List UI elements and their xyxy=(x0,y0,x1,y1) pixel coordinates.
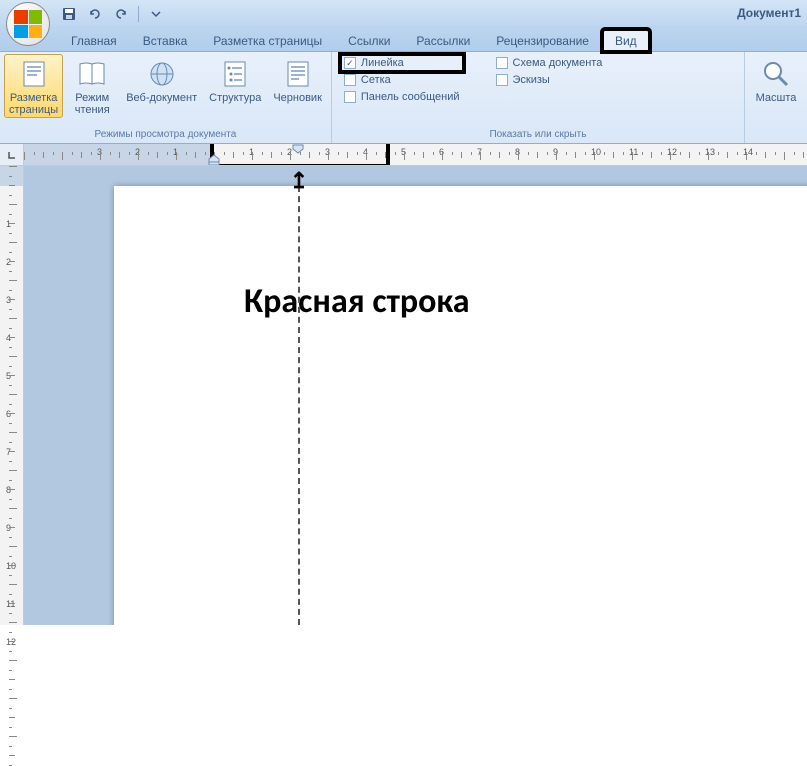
first-line-indent-marker[interactable] xyxy=(292,144,304,154)
reading-layout-button[interactable]: Режим чтения xyxy=(65,54,119,118)
group-document-views: Разметка страницы Режим чтения Веб-докум… xyxy=(0,52,332,143)
thumbnails-label: Эскизы xyxy=(513,74,550,86)
group-label-show-hide: Показать или скрыть xyxy=(336,128,740,143)
tab-mailings[interactable]: Рассылки xyxy=(403,29,483,52)
ruler-corner[interactable] xyxy=(0,144,24,166)
print-layout-label: Разметка страницы xyxy=(9,92,58,116)
checkbox-icon xyxy=(344,91,356,103)
title-bar: Документ1 xyxy=(0,0,807,28)
page-layout-icon xyxy=(18,58,50,90)
zoom-label: Масшта xyxy=(756,92,797,104)
quick-access-toolbar xyxy=(58,0,167,28)
vertical-ruler[interactable]: 123456789101112 xyxy=(0,166,24,625)
draft-label: Черновик xyxy=(273,92,322,104)
document-text[interactable]: Красная строка xyxy=(244,281,470,322)
group-show-hide: ✓ Линейка Сетка Панель сообщений Схема д… xyxy=(332,52,745,143)
draft-icon xyxy=(282,58,314,90)
gridlines-checkbox[interactable]: Сетка xyxy=(342,73,462,87)
qat-customize-button[interactable] xyxy=(145,4,167,24)
undo-icon xyxy=(87,6,103,22)
tab-insert[interactable]: Вставка xyxy=(130,29,201,52)
zoom-icon xyxy=(760,58,792,90)
indent-arrow-icon: ↥ xyxy=(290,168,308,194)
document-workspace: 123456789101112 Красная строка ↥ xyxy=(0,166,807,625)
tab-references[interactable]: Ссылки xyxy=(335,29,403,52)
horizontal-ruler[interactable]: 1231234567891011121314 xyxy=(24,144,807,165)
web-layout-button[interactable]: Веб-документ xyxy=(121,54,202,118)
checkbox-icon xyxy=(344,74,356,86)
group-label-views: Режимы просмотра документа xyxy=(4,128,327,143)
web-label: Веб-документ xyxy=(126,92,197,104)
web-icon xyxy=(146,58,178,90)
save-button[interactable] xyxy=(58,4,80,24)
indent-guide-line xyxy=(298,186,300,625)
reading-label: Режим чтения xyxy=(75,92,110,116)
checkbox-icon xyxy=(496,74,508,86)
tab-selector-icon xyxy=(6,149,18,161)
document-page[interactable]: Красная строка xyxy=(114,186,807,625)
tab-review[interactable]: Рецензирование xyxy=(483,29,602,52)
document-title: Документ1 xyxy=(737,6,801,20)
qat-separator xyxy=(138,6,139,22)
reading-icon xyxy=(76,58,108,90)
ribbon-tabs: Главная Вставка Разметка страницы Ссылки… xyxy=(0,28,807,52)
document-map-checkbox[interactable]: Схема документа xyxy=(494,56,605,70)
zoom-button[interactable]: Масшта xyxy=(749,54,803,106)
print-layout-button[interactable]: Разметка страницы xyxy=(4,54,63,118)
message-bar-checkbox[interactable]: Панель сообщений xyxy=(342,90,462,104)
checkbox-checked-icon: ✓ xyxy=(344,57,356,69)
tab-view[interactable]: Вид xyxy=(602,29,650,52)
outline-button[interactable]: Структура xyxy=(204,54,266,118)
office-button[interactable] xyxy=(6,2,50,46)
draft-button[interactable]: Черновик xyxy=(268,54,327,118)
document-map-label: Схема документа xyxy=(513,57,603,69)
ruler-label: Линейка xyxy=(361,57,404,69)
ruler-checkbox[interactable]: ✓ Линейка xyxy=(342,56,462,70)
outline-icon xyxy=(219,58,251,90)
ruler-row: 1231234567891011121314 xyxy=(0,144,807,166)
left-indent-marker[interactable] xyxy=(208,154,220,165)
redo-icon xyxy=(113,6,129,22)
checkbox-icon xyxy=(496,57,508,69)
redo-button[interactable] xyxy=(110,4,132,24)
outline-label: Структура xyxy=(209,92,261,104)
gridlines-label: Сетка xyxy=(361,74,391,86)
tab-page-layout[interactable]: Разметка страницы xyxy=(200,29,335,52)
undo-button[interactable] xyxy=(84,4,106,24)
tab-home[interactable]: Главная xyxy=(58,29,130,52)
message-bar-label: Панель сообщений xyxy=(361,91,460,103)
office-logo-icon xyxy=(14,10,42,38)
save-icon xyxy=(61,6,77,22)
thumbnails-checkbox[interactable]: Эскизы xyxy=(494,73,605,87)
chevron-down-icon xyxy=(151,9,161,19)
ribbon: Разметка страницы Режим чтения Веб-докум… xyxy=(0,52,807,144)
group-zoom: Масшта xyxy=(745,52,807,143)
page-scroll-area[interactable]: Красная строка ↥ xyxy=(24,166,807,625)
